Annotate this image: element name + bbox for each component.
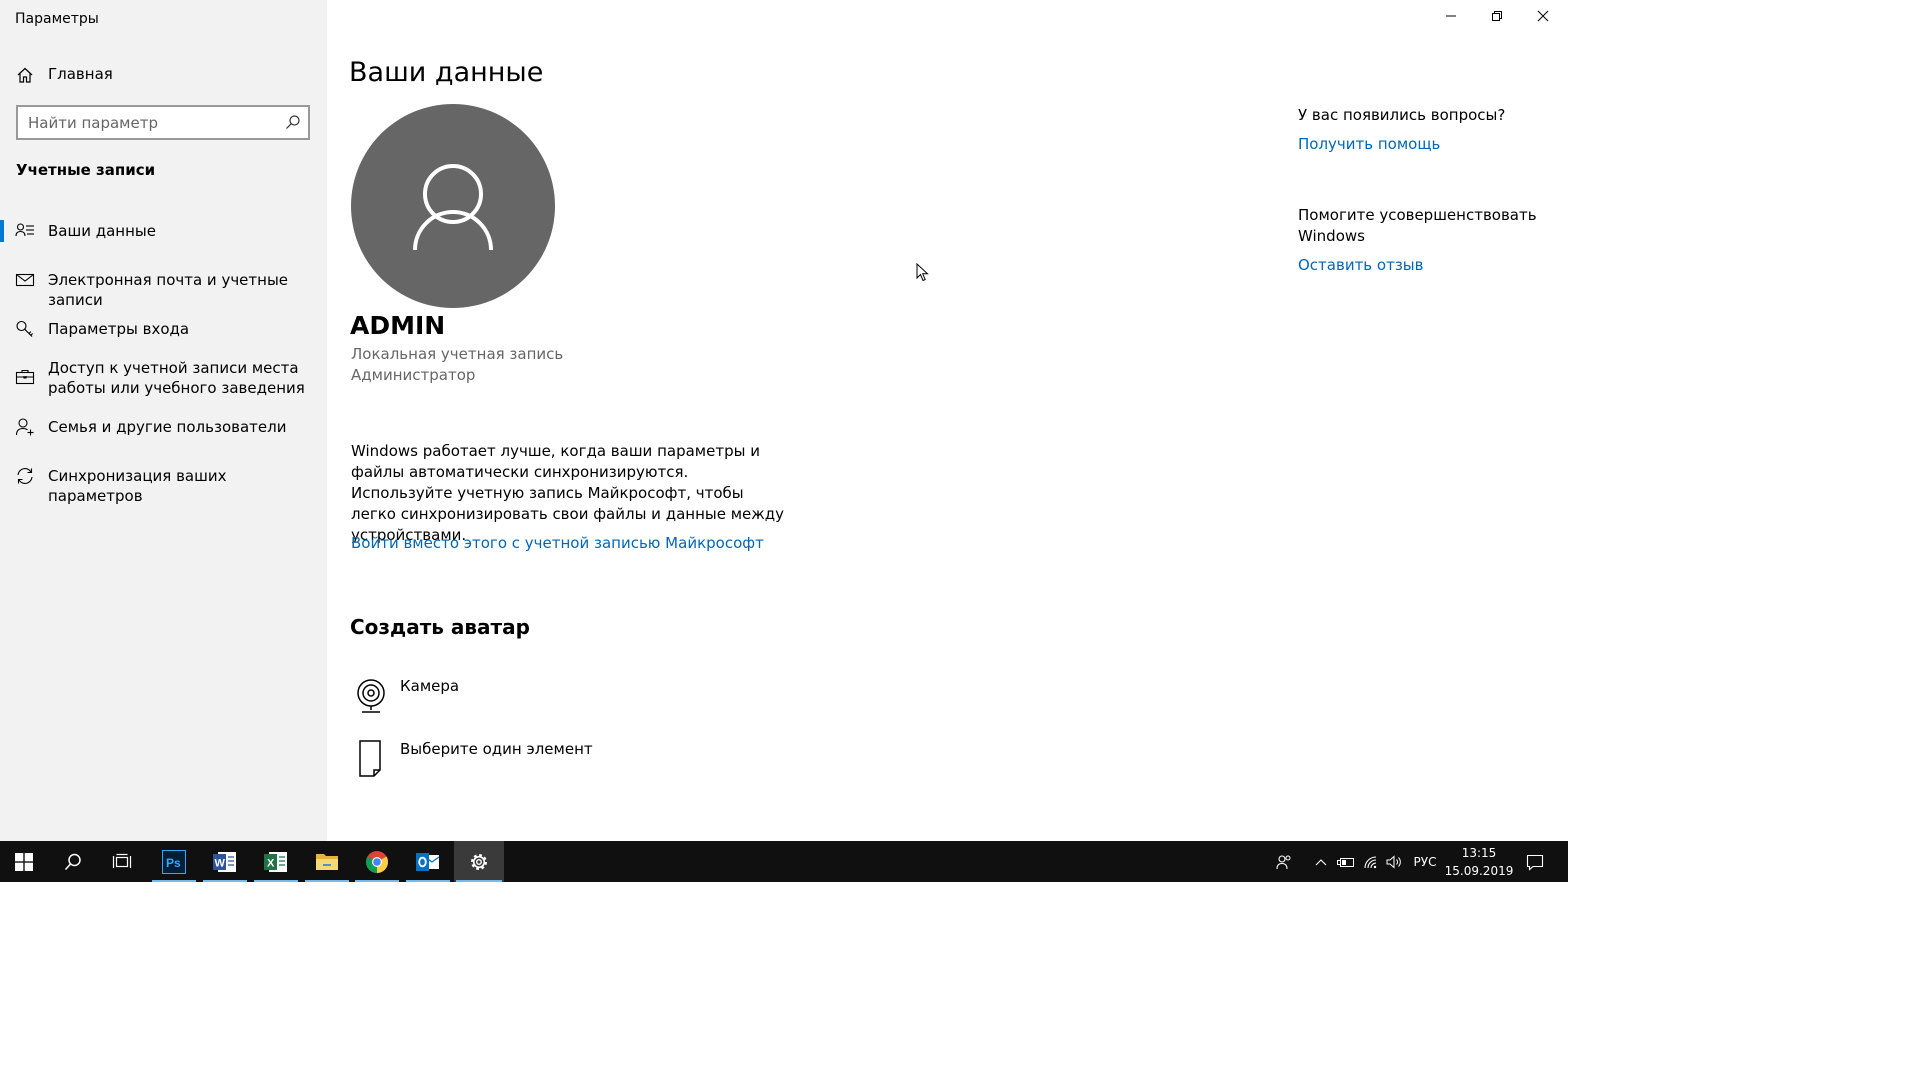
sidebar-item-your-info[interactable]: Ваши данные bbox=[0, 220, 327, 264]
task-view-icon bbox=[112, 853, 132, 868]
word-icon: W bbox=[213, 851, 236, 872]
browse-file-icon bbox=[359, 740, 381, 777]
sidebar-item-label: Параметры входа bbox=[48, 320, 190, 338]
account-type: Локальная учетная запись bbox=[351, 345, 564, 363]
explorer-button[interactable] bbox=[303, 841, 351, 882]
sidebar-item-label: Доступ к учетной записи места работы или… bbox=[48, 359, 305, 397]
search-box[interactable] bbox=[16, 105, 310, 140]
home-nav-item[interactable]: Главная bbox=[0, 58, 327, 92]
people-icon bbox=[1276, 854, 1291, 869]
chrome-icon bbox=[366, 850, 388, 873]
excel-button[interactable]: X bbox=[252, 841, 300, 882]
people-button[interactable] bbox=[1270, 841, 1298, 882]
svg-text:W: W bbox=[215, 857, 226, 869]
folder-icon bbox=[316, 853, 338, 870]
sidebar-item-work-access[interactable]: Доступ к учетной записи места работы или… bbox=[0, 357, 327, 407]
sync-icon bbox=[17, 468, 33, 484]
speaker-icon bbox=[1386, 854, 1401, 869]
action-center-button[interactable] bbox=[1518, 841, 1552, 882]
excel-icon: X bbox=[264, 851, 287, 872]
start-button[interactable] bbox=[0, 841, 48, 882]
restore-button[interactable] bbox=[1474, 0, 1520, 32]
browse-option[interactable]: Выберите один элемент bbox=[350, 740, 650, 790]
mail-icon bbox=[15, 273, 35, 287]
volume-button[interactable] bbox=[1383, 841, 1405, 882]
sync-info-text: Windows работает лучше, когда ваши парам… bbox=[351, 442, 785, 544]
clock-time: 13:15 bbox=[1461, 846, 1497, 860]
search-icon bbox=[64, 853, 81, 870]
photoshop-icon: Ps bbox=[162, 849, 186, 874]
sidebar-item-label: Электронная почта и учетные записи bbox=[48, 271, 289, 309]
gear-icon bbox=[471, 853, 487, 870]
battery-button[interactable] bbox=[1334, 841, 1358, 882]
close-button[interactable] bbox=[1520, 0, 1566, 32]
home-icon bbox=[17, 67, 33, 83]
restore-icon bbox=[1492, 11, 1502, 21]
battery-icon bbox=[1337, 857, 1354, 867]
app-title: Параметры bbox=[15, 11, 99, 27]
key-icon bbox=[16, 320, 33, 337]
show-hidden-icons-button[interactable] bbox=[1310, 841, 1332, 882]
active-indicator bbox=[0, 220, 4, 242]
section-title: Учетные записи bbox=[16, 161, 156, 179]
create-avatar-title: Создать аватар bbox=[350, 615, 530, 639]
outlook-icon bbox=[416, 852, 440, 871]
microsoft-account-link[interactable]: Войти вместо этого с учетной записью Май… bbox=[351, 534, 764, 552]
minimize-button[interactable] bbox=[1428, 0, 1474, 32]
svg-text:X: X bbox=[267, 857, 275, 869]
home-label: Главная bbox=[48, 65, 113, 83]
get-help-link[interactable]: Получить помощь bbox=[1298, 135, 1440, 153]
briefcase-icon bbox=[15, 369, 35, 385]
clock-date: 15.09.2019 bbox=[1444, 864, 1514, 878]
notification-icon bbox=[1526, 854, 1544, 871]
task-view-button[interactable] bbox=[98, 841, 146, 882]
svg-text:Ps: Ps bbox=[166, 856, 181, 870]
sidebar-item-label: Синхронизация ваших параметров bbox=[48, 467, 227, 505]
outlook-button[interactable] bbox=[404, 841, 452, 882]
search-icon[interactable] bbox=[285, 114, 301, 130]
chrome-button[interactable] bbox=[353, 841, 401, 882]
sidebar-item-label: Семья и другие пользователи bbox=[48, 418, 287, 436]
mouse-cursor-icon bbox=[916, 263, 929, 282]
minimize-icon bbox=[1446, 15, 1456, 17]
browse-label: Выберите один элемент bbox=[400, 740, 593, 758]
taskbar: Ps W X РУС 13:15 15.09.2019 bbox=[0, 841, 1568, 882]
sidebar-item-label: Ваши данные bbox=[48, 222, 156, 240]
improve-windows-text: Помогите усовершенствовать Windows bbox=[1298, 206, 1537, 245]
camera-option[interactable]: Камера bbox=[350, 677, 650, 727]
search-button[interactable] bbox=[49, 841, 97, 882]
sidebar-item-family[interactable]: Семья и другие пользователи bbox=[0, 416, 327, 460]
avatar bbox=[351, 104, 555, 308]
network-button[interactable] bbox=[1360, 841, 1382, 882]
account-role: Администратор bbox=[351, 366, 476, 384]
user-silhouette-icon bbox=[413, 164, 493, 251]
chevron-up-icon bbox=[1315, 858, 1327, 865]
search-input[interactable] bbox=[28, 113, 278, 133]
sidebar-item-sign-in-options[interactable]: Параметры входа bbox=[0, 318, 327, 362]
camera-icon bbox=[357, 679, 385, 713]
language-indicator[interactable]: РУС bbox=[1408, 841, 1442, 882]
settings-window: Параметры Главная Учетные записи bbox=[0, 0, 1568, 841]
clock[interactable]: 13:15 15.09.2019 bbox=[1444, 844, 1514, 880]
settings-button[interactable] bbox=[454, 841, 504, 882]
page-title: Ваши данные bbox=[349, 57, 544, 88]
photoshop-button[interactable]: Ps bbox=[150, 841, 198, 882]
sidebar: Параметры Главная Учетные записи bbox=[0, 0, 327, 841]
word-button[interactable]: W bbox=[201, 841, 249, 882]
camera-label: Камера bbox=[400, 677, 460, 695]
person-list-icon bbox=[15, 223, 34, 237]
feedback-link[interactable]: Оставить отзыв bbox=[1298, 256, 1424, 274]
windows-logo-icon bbox=[15, 852, 33, 871]
sidebar-item-sync[interactable]: Синхронизация ваших параметров bbox=[0, 465, 327, 509]
person-add-icon bbox=[15, 418, 34, 436]
sidebar-item-email[interactable]: Электронная почта и учетные записи bbox=[0, 269, 327, 313]
close-icon bbox=[1537, 10, 1549, 22]
wifi-icon bbox=[1364, 855, 1377, 868]
user-name: ADMIN bbox=[350, 311, 446, 340]
help-question: У вас появились вопросы? bbox=[1298, 106, 1506, 124]
